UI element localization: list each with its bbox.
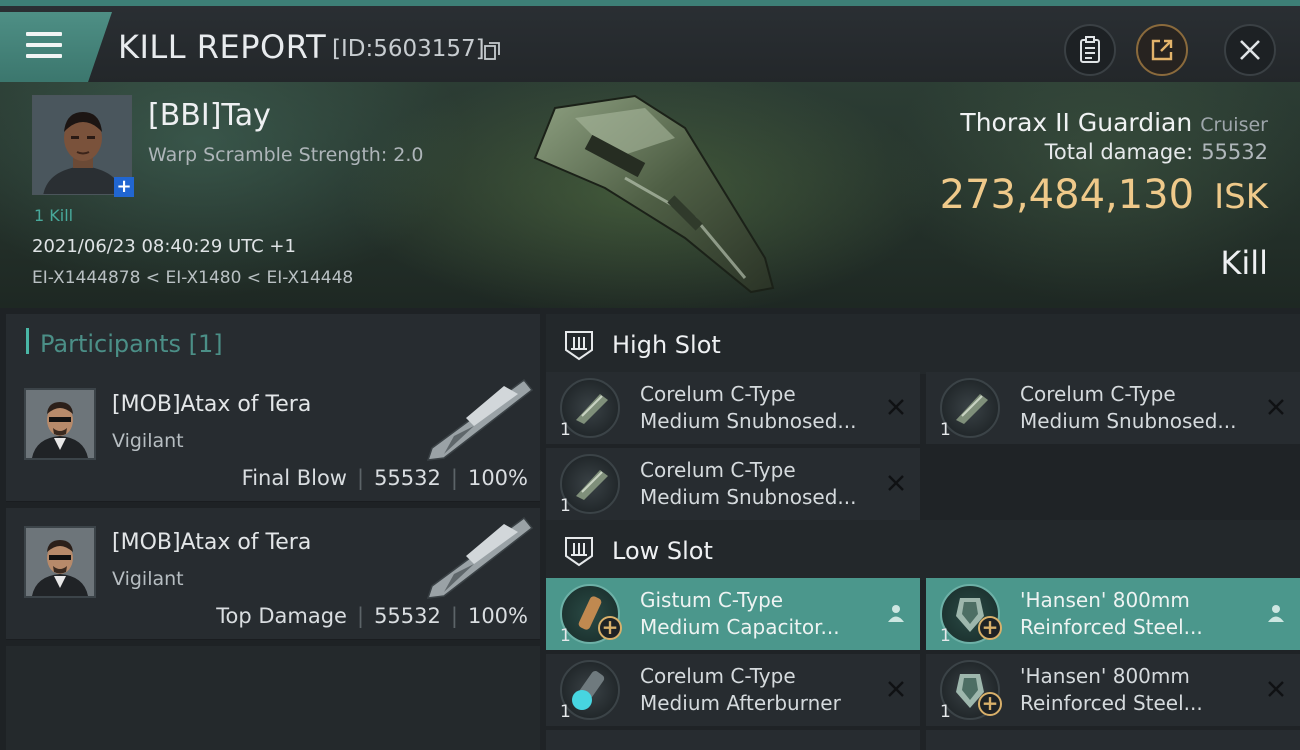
victim-banner: + [BBI]Tay Warp Scramble Strength: 2.0 1… bbox=[0, 82, 1300, 308]
low-slot-label: Low Slot bbox=[612, 537, 713, 565]
module-name: Corelum C-Type Medium Snubnosed... bbox=[640, 382, 857, 433]
high-slot-header: High Slot bbox=[546, 314, 1300, 374]
person-icon[interactable] bbox=[886, 603, 906, 623]
module-name: Corelum C-Type Medium Snubnosed... bbox=[640, 458, 857, 509]
module-name: 'Hansen' 800mm Reinforced Steel... bbox=[1020, 588, 1203, 639]
victim-ship-image bbox=[533, 94, 775, 294]
participant-ship: Vigilant bbox=[112, 568, 184, 590]
kill-datetime: 2021/06/23 08:40:29 UTC +1 bbox=[32, 236, 296, 257]
warp-scramble-strength: Warp Scramble Strength: 2.0 bbox=[148, 144, 424, 166]
person-icon[interactable] bbox=[1266, 603, 1286, 623]
participant-name: [MOB]Atax of Tera bbox=[112, 392, 312, 417]
add-contact-badge[interactable]: + bbox=[114, 177, 134, 197]
participant-stats: Top Damage | 55532 | 100% bbox=[216, 604, 528, 628]
module-name: 'Hansen' 800mm Reinforced Steel... bbox=[1020, 664, 1203, 715]
module-item-partial[interactable] bbox=[926, 730, 1300, 750]
module-item[interactable]: 1 Corelum C-Type Medium Snubnosed... bbox=[546, 372, 920, 444]
module-name: Corelum C-Type Medium Snubnosed... bbox=[1020, 382, 1237, 433]
ship-name: Thorax II Guardian bbox=[960, 108, 1193, 137]
module-item[interactable]: + 1 'Hansen' 800mm Reinforced Steel... bbox=[926, 654, 1300, 726]
module-quantity: 1 bbox=[940, 420, 951, 440]
participant-avatar bbox=[24, 388, 96, 460]
participant-name: [MOB]Atax of Tera bbox=[112, 530, 312, 555]
share-icon bbox=[1151, 39, 1173, 61]
clipboard-button[interactable] bbox=[1064, 24, 1116, 76]
participant-percent: 100% bbox=[467, 466, 528, 490]
participants-empty-area bbox=[6, 646, 540, 750]
close-icon bbox=[1240, 40, 1260, 60]
dropped-plus-icon: + bbox=[978, 692, 1002, 716]
isk-value: 273,484,130 ISK bbox=[940, 172, 1268, 218]
module-name: Gistum C-Type Medium Capacitor... bbox=[640, 588, 840, 639]
participant-ship-image bbox=[426, 378, 534, 461]
destroyed-icon bbox=[1268, 399, 1284, 415]
total-damage-value: 55532 bbox=[1201, 140, 1268, 164]
destroyed-icon bbox=[1268, 681, 1284, 697]
destroyed-icon bbox=[888, 399, 904, 415]
high-slot-label: High Slot bbox=[612, 331, 721, 359]
victim-ship-name[interactable]: Thorax II Guardian Cruiser bbox=[960, 108, 1268, 137]
module-quantity: 1 bbox=[560, 702, 571, 722]
close-button[interactable] bbox=[1224, 24, 1276, 76]
participant-percent: 100% bbox=[467, 604, 528, 628]
ship-class: Cruiser bbox=[1200, 114, 1268, 136]
victim-name[interactable]: [BBI]Tay bbox=[148, 98, 271, 133]
dropped-plus-icon: + bbox=[978, 616, 1002, 640]
page-title: KILL REPORT bbox=[118, 28, 327, 66]
total-damage-label: Total damage: bbox=[1044, 140, 1194, 164]
top-bar: KILL REPORT [ID:5603157] bbox=[0, 0, 1300, 84]
participant-ship: Vigilant bbox=[112, 430, 184, 452]
participant-stats: Final Blow | 55532 | 100% bbox=[241, 466, 528, 490]
participant-avatar bbox=[24, 526, 96, 598]
low-slot-header: Low Slot bbox=[546, 520, 1300, 580]
module-item[interactable]: + 1 Gistum C-Type Medium Capacitor... bbox=[546, 578, 920, 650]
participant-damage: 55532 bbox=[374, 604, 441, 628]
participant-card[interactable]: [MOB]Atax of Tera Vigilant Final Blow | … bbox=[6, 370, 540, 502]
isk-amount: 273,484,130 bbox=[939, 172, 1195, 218]
module-quantity: 1 bbox=[940, 702, 951, 722]
menu-icon bbox=[26, 32, 62, 62]
report-id: [ID:5603157] bbox=[332, 36, 485, 62]
outcome-label: Kill bbox=[1220, 244, 1268, 282]
participant-damage: 55532 bbox=[374, 466, 441, 490]
module-item[interactable]: 1 Corelum C-Type Medium Snubnosed... bbox=[926, 372, 1300, 444]
destroyed-icon bbox=[888, 681, 904, 697]
isk-unit: ISK bbox=[1214, 177, 1268, 217]
fitting-panel: High Slot 1 Corelum C-Type Medium Snubno… bbox=[540, 308, 1300, 750]
low-slot-icon bbox=[565, 537, 593, 567]
copy-icon[interactable] bbox=[484, 42, 500, 60]
participants-panel: Participants [1] [MOB]Atax of Tera Vigil… bbox=[0, 308, 540, 750]
module-item[interactable]: 1 Corelum C-Type Medium Snubnosed... bbox=[546, 448, 920, 520]
module-quantity: 1 bbox=[940, 626, 951, 646]
kill-location[interactable]: EI-X1444878 < EI-X1480 < EI-X14448 bbox=[32, 268, 353, 288]
share-button[interactable] bbox=[1136, 24, 1188, 76]
module-name: Corelum C-Type Medium Afterburner bbox=[640, 664, 841, 715]
module-quantity: 1 bbox=[560, 626, 571, 646]
participant-role: Top Damage bbox=[216, 604, 347, 628]
module-quantity: 1 bbox=[560, 496, 571, 516]
module-item-partial[interactable] bbox=[546, 730, 920, 750]
participant-ship-image bbox=[426, 516, 534, 599]
total-damage: Total damage: 55532 bbox=[1045, 140, 1268, 164]
participants-label: Participants [1] bbox=[40, 330, 223, 358]
module-item[interactable]: + 1 'Hansen' 800mm Reinforced Steel... bbox=[926, 578, 1300, 650]
dropped-plus-icon: + bbox=[598, 616, 622, 640]
participant-role: Final Blow bbox=[241, 466, 347, 490]
participant-card[interactable]: [MOB]Atax of Tera Vigilant Top Damage | … bbox=[6, 508, 540, 640]
menu-button[interactable] bbox=[0, 12, 112, 84]
module-quantity: 1 bbox=[560, 420, 571, 440]
kill-count: 1 Kill bbox=[34, 206, 74, 225]
high-slot-icon bbox=[565, 331, 593, 361]
module-item[interactable]: 1 Corelum C-Type Medium Afterburner bbox=[546, 654, 920, 726]
clipboard-icon bbox=[1080, 36, 1100, 63]
destroyed-icon bbox=[888, 475, 904, 491]
participants-header: Participants [1] bbox=[6, 314, 540, 370]
